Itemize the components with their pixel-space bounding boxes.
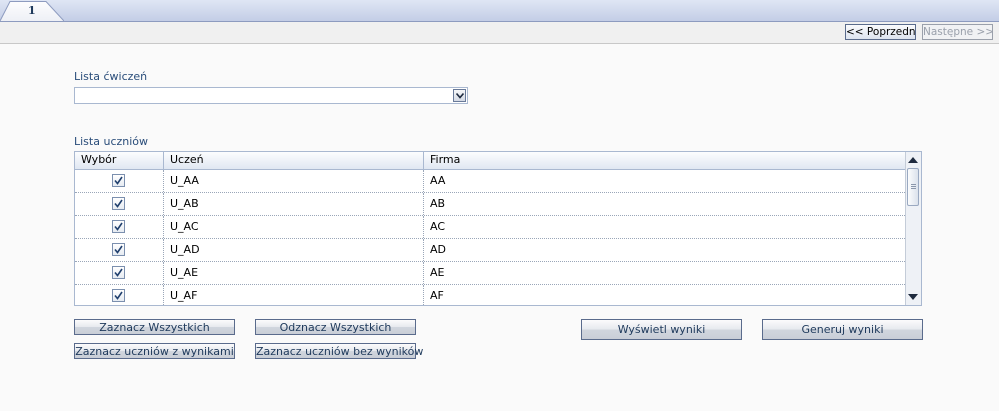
student-cell: U_AB — [164, 193, 424, 215]
company-cell: AC — [430, 220, 446, 233]
student-cell: U_AE — [164, 262, 424, 284]
row-checkbox[interactable] — [112, 197, 125, 210]
table-row[interactable]: U_AC AC — [75, 216, 907, 239]
scroll-down-arrow-icon[interactable] — [908, 294, 918, 301]
previous-button[interactable]: << Poprzedni — [845, 24, 916, 40]
column-header-select[interactable]: Wybór — [75, 152, 164, 169]
table-row[interactable]: U_AA AA — [75, 170, 907, 193]
company-cell: AF — [430, 289, 444, 302]
grid-header: Wybór Uczeń Firma — [75, 152, 907, 170]
next-button[interactable]: Następne >> — [922, 24, 993, 40]
student-list-label: Lista uczniów — [74, 135, 149, 148]
tab-strip: 1 — [0, 0, 999, 22]
select-with-results-button[interactable]: Zaznacz uczniów z wynikami — [74, 343, 235, 359]
company-cell: AA — [430, 174, 446, 187]
select-all-button[interactable]: Zaznacz Wszystkich — [74, 319, 235, 335]
nav-toolbar: << Poprzedni Następne >> — [0, 22, 999, 44]
row-checkbox[interactable] — [112, 266, 125, 279]
checkmark-icon — [114, 291, 123, 300]
exercise-select[interactable] — [74, 87, 468, 104]
column-header-student[interactable]: Uczeń — [164, 152, 424, 169]
select-cell — [75, 193, 164, 215]
table-row[interactable]: U_AF AF — [75, 285, 907, 305]
table-row[interactable]: U_AD AD — [75, 239, 907, 262]
exercise-select-dropdown-button[interactable] — [453, 89, 466, 102]
show-results-button[interactable]: Wyświetl wyniki — [581, 319, 742, 340]
deselect-all-button[interactable]: Odznacz Wszystkich — [255, 319, 416, 335]
checkmark-icon — [114, 199, 123, 208]
chevron-down-icon — [456, 93, 464, 99]
student-cell: U_AF — [164, 285, 424, 305]
select-cell — [75, 285, 164, 305]
table-row[interactable]: U_AB AB — [75, 193, 907, 216]
row-checkbox[interactable] — [112, 220, 125, 233]
row-checkbox[interactable] — [112, 243, 125, 256]
scroll-up-arrow-icon[interactable] — [908, 156, 918, 163]
table-row[interactable]: U_AE AE — [75, 262, 907, 285]
checkmark-icon — [114, 245, 123, 254]
student-grid: Wybór Uczeń Firma U_AA AA U_AB AB U_AC A… — [74, 151, 922, 306]
tab-1-label: 1 — [28, 4, 36, 17]
student-cell: U_AD — [164, 239, 424, 261]
select-cell — [75, 216, 164, 238]
checkmark-icon — [114, 268, 123, 277]
vertical-scrollbar[interactable] — [905, 152, 921, 305]
select-cell — [75, 239, 164, 261]
column-header-company[interactable]: Firma — [424, 152, 907, 169]
company-cell: AE — [430, 266, 445, 279]
checkmark-icon — [114, 176, 123, 185]
select-cell — [75, 170, 164, 192]
generate-results-button[interactable]: Generuj wyniki — [762, 319, 923, 340]
scrollbar-thumb[interactable] — [907, 168, 919, 206]
select-cell — [75, 262, 164, 284]
student-cell: U_AC — [164, 216, 424, 238]
exercise-list-label: Lista ćwiczeń — [74, 70, 148, 83]
row-checkbox[interactable] — [112, 174, 125, 187]
company-cell: AD — [430, 243, 446, 256]
checkmark-icon — [114, 222, 123, 231]
student-cell: U_AA — [164, 170, 424, 192]
select-without-results-button[interactable]: Zaznacz uczniów bez wyników — [255, 343, 423, 359]
row-checkbox[interactable] — [112, 289, 125, 302]
company-cell: AB — [430, 197, 446, 210]
